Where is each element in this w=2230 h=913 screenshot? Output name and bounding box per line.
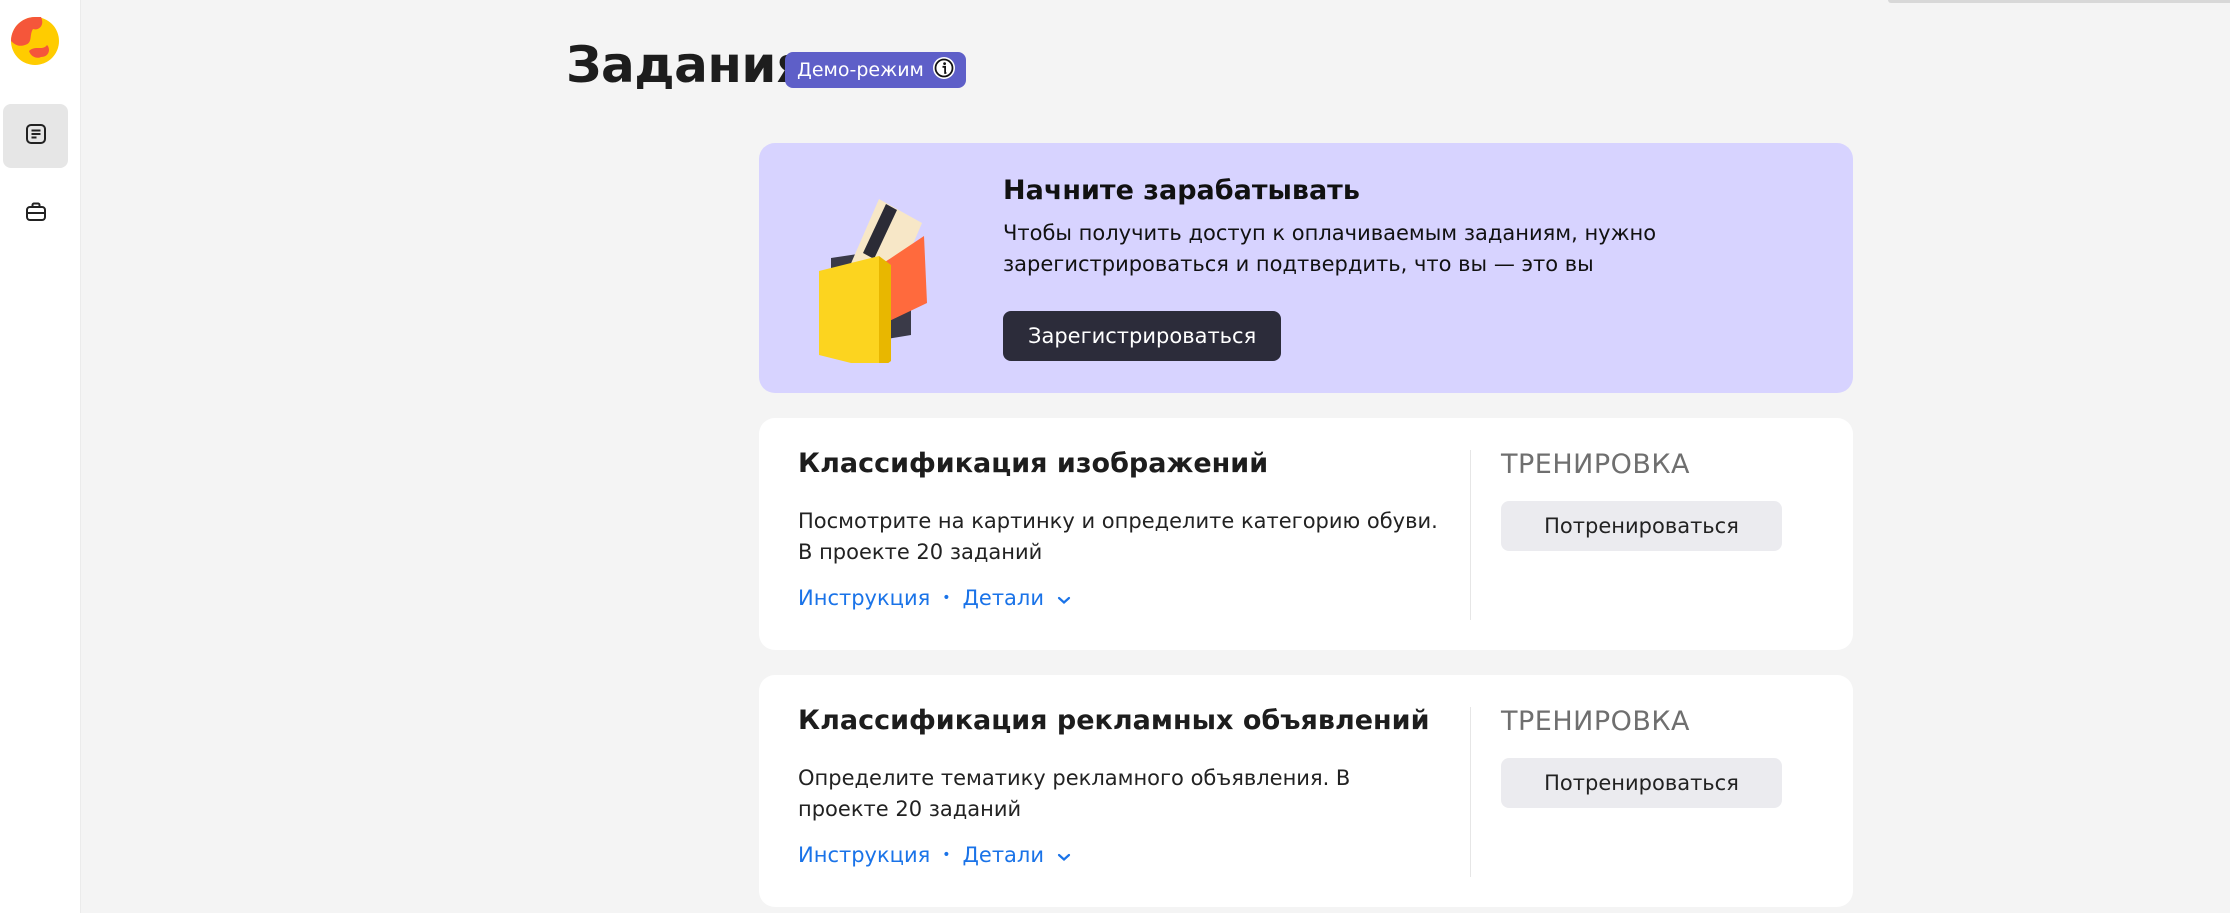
briefcase-icon	[25, 201, 47, 227]
info-icon[interactable]	[932, 56, 956, 85]
train-button[interactable]: Потренироваться	[1501, 758, 1782, 808]
tasks-list-icon	[25, 123, 47, 149]
register-button[interactable]: Зарегистрироваться	[1003, 311, 1282, 361]
train-button[interactable]: Потренироваться	[1501, 501, 1782, 551]
divider	[1470, 707, 1471, 877]
wallet-illustration	[819, 183, 949, 370]
promo-text: Чтобы получить доступ к оплачиваемым зад…	[1003, 221, 1657, 276]
demo-badge-label: Демо-режим	[797, 59, 924, 81]
task-links: Инструкция • Детали	[798, 586, 1071, 610]
instruction-link[interactable]: Инструкция	[798, 843, 930, 867]
sidebar-item-tasks[interactable]	[3, 104, 68, 168]
separator-dot: •	[942, 847, 951, 863]
popup-edge	[1888, 0, 2230, 3]
task-links: Инструкция • Детали	[798, 843, 1071, 867]
task-description: Посмотрите на картинку и определите кате…	[798, 509, 1438, 564]
demo-mode-badge[interactable]: Демо-режим	[785, 52, 966, 88]
details-link-label: Детали	[962, 586, 1045, 610]
instruction-link[interactable]: Инструкция	[798, 586, 930, 610]
task-description: Определите тематику рекламного объявлени…	[798, 766, 1351, 821]
details-link-label: Детали	[962, 843, 1045, 867]
details-link[interactable]: Детали	[963, 586, 1071, 610]
task-title: Классификация рекламных объявлений	[798, 705, 1430, 736]
task-title: Классификация изображений	[798, 448, 1269, 479]
task-mode-label: ТРЕНИРОВКА	[1501, 449, 1691, 480]
task-mode-label: ТРЕНИРОВКА	[1501, 706, 1691, 737]
details-link[interactable]: Детали	[963, 843, 1071, 867]
divider	[1470, 450, 1471, 620]
sidebar	[0, 0, 81, 913]
chevron-down-icon	[1057, 852, 1071, 862]
task-card: Классификация изображений Посмотрите на …	[759, 418, 1853, 650]
page-title: Задания	[566, 36, 808, 94]
separator-dot: •	[942, 590, 951, 606]
chevron-down-icon	[1057, 595, 1071, 605]
app-logo[interactable]	[11, 17, 59, 65]
sidebar-item-portfolio[interactable]	[3, 182, 68, 246]
register-promo-banner: Начните зарабатывать Чтобы получить дост…	[759, 143, 1853, 393]
promo-title: Начните зарабатывать	[1003, 175, 1360, 206]
task-card: Классификация рекламных объявлений Опред…	[759, 675, 1853, 907]
